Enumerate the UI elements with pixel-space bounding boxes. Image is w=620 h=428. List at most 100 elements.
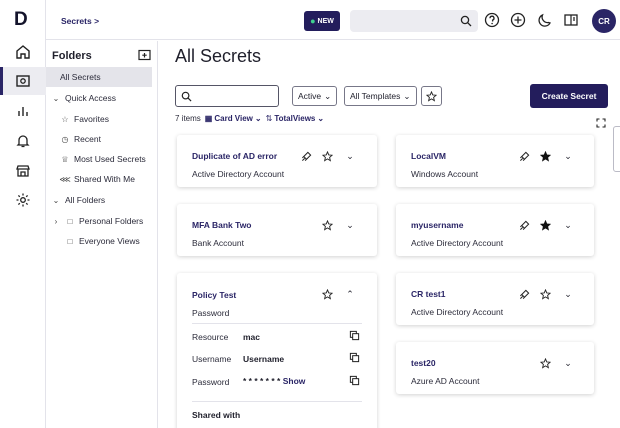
launch-button[interactable] [517,149,531,163]
store-icon [16,165,30,177]
panel-toggle-button[interactable] [562,11,580,29]
folder-recent[interactable]: ◷ Recent [46,129,152,149]
secret-card[interactable]: myusername Active Directory Account ⌄ [396,204,594,256]
favorite-toggle[interactable] [538,218,552,232]
secret-type: Windows Account [411,169,479,179]
folder-quick-access[interactable]: ⌄ Quick Access [46,88,152,108]
launch-button[interactable] [517,218,531,232]
home-button[interactable] [0,38,46,66]
folder-personal[interactable]: › □ Personal Folders [46,211,152,231]
create-secret-button[interactable]: Create Secret [530,84,608,108]
chevron-up-icon: ⌃ [346,288,354,299]
status-filter-dropdown[interactable]: Active ⌄ [292,86,338,106]
secret-name[interactable]: Policy Test [192,290,236,300]
rocket-icon [519,220,529,230]
favorite-toggle[interactable] [320,149,334,163]
secret-name[interactable]: test20 [411,358,436,368]
trophy-icon: ♕ [61,154,69,164]
copy-password-button[interactable] [349,375,360,386]
folder-icon: □ [67,216,73,226]
view-mode-dropdown[interactable]: ▦ Card View ⌄ [205,114,262,123]
secret-name[interactable]: myusername [411,220,463,230]
home-icon [16,45,30,59]
notifications-button[interactable] [0,127,46,155]
folder-most-used[interactable]: ♕ Most Used Secrets [46,149,152,169]
divider [192,323,362,324]
folder-favorites[interactable]: ☆ Favorites [46,109,152,129]
chevron-down-icon: ⌄ [52,93,60,103]
favorites-filter-button[interactable] [421,86,442,106]
username-value: Username [243,354,285,364]
item-count: 7 items [175,114,201,123]
favorite-toggle[interactable] [538,287,552,301]
expand-card-button[interactable]: ⌄ [343,218,357,232]
vault-icon [16,75,30,87]
chevron-down-icon: ⌄ [346,150,354,161]
views-dropdown[interactable]: ⇅ TotalViews ⌄ [266,114,324,123]
chevron-down-icon: ⌄ [254,114,262,123]
secret-card[interactable]: CR test1 Active Directory Account ⌄ [396,273,594,325]
star-icon [321,219,333,231]
folder-label: Shared With Me [74,174,135,184]
show-password-link[interactable]: Show [283,376,306,386]
secret-card-expanded[interactable]: Policy Test Password ⌃ Resource mac User… [177,273,377,428]
secret-card[interactable]: MFA Bank Two Bank Account ⌄ [177,204,377,256]
password-value: * * * * * * * Show [243,376,305,386]
secret-name[interactable]: LocalVM [411,151,446,161]
dark-mode-toggle[interactable] [536,11,554,29]
folder-shared-with-me[interactable]: ⋘ Shared With Me [46,169,152,189]
views-label: TotalViews [274,114,316,123]
folder-plus-icon [138,49,151,61]
side-panel-tab[interactable] [613,126,620,172]
star-icon [321,150,333,162]
expand-card-button[interactable]: ⌄ [561,149,575,163]
expand-card-button[interactable]: ⌄ [561,218,575,232]
folder-all-folders[interactable]: ⌄ All Folders [46,190,152,210]
launch-button[interactable] [517,287,531,301]
copy-resource-button[interactable] [349,330,360,341]
add-folder-button[interactable] [138,49,151,61]
help-button[interactable] [483,11,501,29]
secret-name[interactable]: Duplicate of AD error [192,151,277,161]
secret-name[interactable]: MFA Bank Two [192,220,252,230]
marketplace-button[interactable] [0,157,46,185]
folder-everyone-views[interactable]: □ Everyone Views [46,231,152,251]
template-filter-value: All Templates [350,91,401,101]
add-button[interactable] [509,11,527,29]
template-filter-dropdown[interactable]: All Templates ⌄ [344,86,417,106]
folder-all-secrets[interactable]: All Secrets [46,67,152,87]
favorite-toggle[interactable] [320,218,334,232]
favorite-toggle[interactable] [320,287,334,301]
global-search-input[interactable] [350,10,478,32]
expand-card-button[interactable]: ⌄ [561,287,575,301]
copy-icon [349,375,360,386]
folder-icon: □ [67,236,73,246]
top-bar: Secrets > ● NEW CR [46,0,620,40]
new-features-button[interactable]: ● NEW [304,11,340,31]
breadcrumb[interactable]: Secrets > [61,16,99,26]
expand-card-button[interactable]: ⌄ [561,356,575,370]
new-dot-icon: ● [310,16,316,26]
favorite-toggle[interactable] [538,149,552,163]
fullscreen-button[interactable] [596,118,606,128]
collapse-card-button[interactable]: ⌃ [343,287,357,301]
folder-label: Everyone Views [79,236,140,246]
expand-card-button[interactable]: ⌄ [343,149,357,163]
launch-button[interactable] [299,149,313,163]
secret-search-box[interactable] [175,85,279,107]
search-icon [181,91,192,102]
secret-card[interactable]: Duplicate of AD error Active Directory A… [177,135,377,187]
secret-card[interactable]: LocalVM Windows Account ⌄ [396,135,594,187]
secret-name[interactable]: CR test1 [411,289,445,299]
user-avatar[interactable]: CR [592,9,616,33]
reports-button[interactable] [0,97,46,125]
divider [192,401,362,402]
secret-card[interactable]: test20 Azure AD Account ⌄ [396,342,594,394]
favorite-toggle[interactable] [538,356,552,370]
secrets-vault-button[interactable] [0,67,46,95]
settings-button[interactable] [0,186,46,214]
secret-search-input[interactable] [194,89,274,103]
folder-label: Quick Access [65,93,117,103]
copy-username-button[interactable] [349,352,360,363]
app-logo: D [14,9,28,30]
